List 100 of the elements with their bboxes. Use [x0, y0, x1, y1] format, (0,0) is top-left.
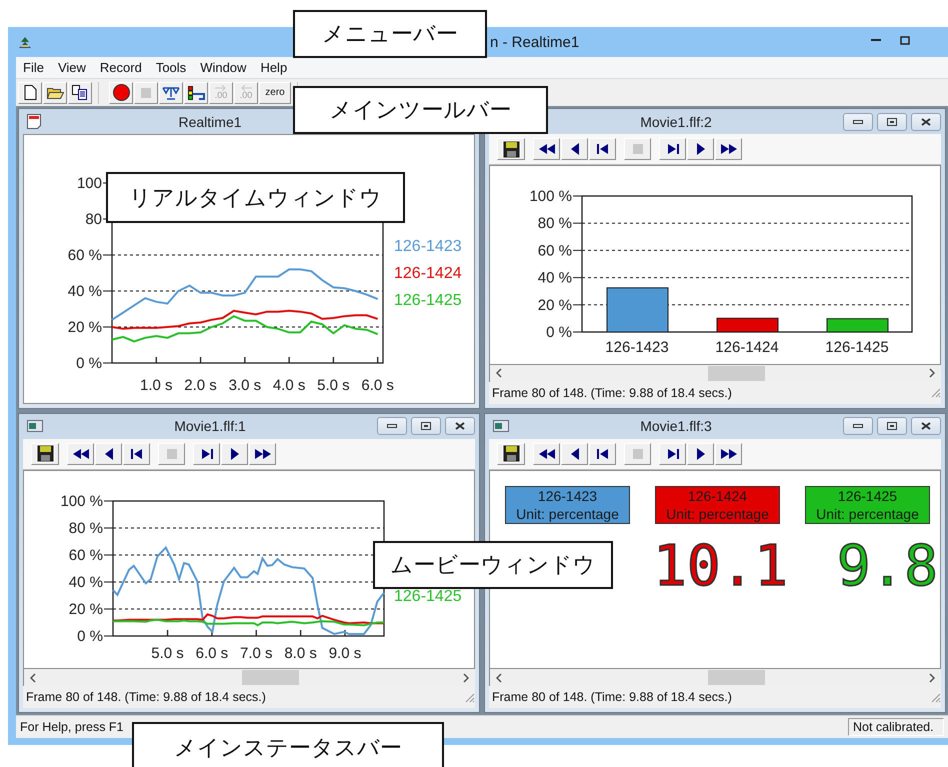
maximize-icon — [887, 422, 897, 430]
maximize-button[interactable] — [877, 112, 907, 130]
chevron-right-icon — [929, 672, 935, 682]
scroll-thumb[interactable] — [242, 670, 299, 685]
minimize-icon — [870, 39, 880, 41]
chevron-left-icon — [496, 368, 502, 378]
minimize-icon — [853, 424, 863, 428]
play-button[interactable] — [687, 442, 714, 464]
record-button[interactable] — [109, 82, 133, 104]
axis-tick-label: 80 % — [68, 520, 103, 536]
close-button[interactable] — [911, 417, 941, 435]
save-button[interactable] — [497, 138, 525, 160]
chevron-right-icon — [929, 368, 935, 378]
resize-grip-icon — [930, 692, 941, 702]
menu-item[interactable]: Help — [253, 57, 294, 78]
digital-reading: 9.8 — [836, 542, 938, 592]
balance-button[interactable] — [159, 82, 183, 104]
axis-tick-label: 60 % — [538, 242, 572, 260]
callout-label: リアルタイムウィンドウ — [106, 172, 405, 223]
window-title: n - Realtime1 — [490, 34, 580, 50]
rewind-button[interactable] — [67, 442, 94, 464]
menu-item[interactable]: View — [50, 57, 93, 78]
axis-tick-label: 5.0 s — [151, 644, 184, 662]
stop-icon — [632, 448, 642, 458]
horizontal-scrollbar[interactable] — [23, 669, 475, 686]
axis-tick-label: 100 — [76, 175, 102, 192]
skip-to-start-button[interactable] — [589, 442, 616, 464]
step-back-button[interactable] — [561, 442, 588, 464]
arrow-right-icon — [215, 85, 227, 91]
menu-item[interactable]: Tools — [148, 57, 194, 78]
chevron-left-icon — [30, 672, 36, 682]
callout-label: ムービーウィンドウ — [373, 541, 613, 589]
save-button[interactable] — [31, 442, 59, 464]
skip-to-end-button[interactable] — [659, 442, 686, 464]
frame-status: Frame 80 of 148. (Time: 9.88 of 18.4 secs.) — [492, 386, 732, 400]
menu-item[interactable]: Record — [92, 57, 149, 78]
document-icon — [27, 114, 41, 129]
callout-label: メインツールバー — [293, 86, 548, 134]
channel-unit: Unit: percentage — [515, 504, 620, 522]
skip-to-end-button[interactable] — [193, 442, 220, 464]
scroll-thumb[interactable] — [708, 670, 765, 685]
new-file-button[interactable] — [18, 82, 42, 104]
close-button[interactable] — [911, 112, 941, 130]
scroll-thumb[interactable] — [708, 366, 765, 380]
close-button[interactable] — [445, 417, 475, 435]
window-title: Realtime1 — [177, 114, 243, 130]
axis-tick-label: 0 % — [546, 324, 572, 341]
axis-tick-label: 100 % — [529, 188, 572, 205]
fast-forward-icon — [720, 448, 738, 460]
axis-tick-label: 9.0 s — [328, 644, 362, 662]
play-button[interactable] — [687, 138, 714, 160]
step-back-button[interactable] — [561, 138, 588, 160]
maximize-button[interactable] — [877, 417, 907, 435]
fast-forward-button[interactable] — [249, 442, 276, 464]
fast-forward-button[interactable] — [715, 442, 742, 464]
axis-tick-label: 8.0 s — [284, 644, 317, 662]
legend-label: 126-1423 — [394, 238, 462, 255]
axis-tick-label: 3.0 s — [228, 377, 262, 394]
skip-to-start-button[interactable] — [589, 138, 616, 160]
axis-tick-label: 20 % — [538, 296, 572, 314]
skip-to-start-button[interactable] — [123, 442, 150, 464]
minimize-button[interactable] — [377, 417, 407, 435]
menu-item[interactable]: Window — [193, 57, 254, 78]
axis-tick-label: 20 % — [68, 600, 103, 618]
maximize-icon — [900, 36, 910, 44]
copy-icon — [72, 85, 88, 100]
minimize-button[interactable] — [843, 417, 873, 435]
stop-icon — [166, 448, 176, 458]
channel-name: 126-1424 — [686, 486, 748, 504]
rewind-button[interactable] — [533, 442, 560, 464]
zero-button[interactable]: zero — [259, 82, 291, 104]
window-title: Movie1.flf:1 — [173, 418, 247, 434]
save-button[interactable] — [497, 442, 525, 464]
open-button[interactable] — [43, 82, 67, 104]
film-window-icon — [493, 420, 509, 432]
rewind-icon — [538, 143, 556, 155]
chevron-left-icon — [496, 672, 502, 682]
horizontal-scrollbar[interactable] — [489, 364, 941, 382]
rewind-button[interactable] — [533, 138, 560, 160]
maximize-icon — [421, 422, 431, 430]
maximize-button[interactable] — [411, 417, 441, 435]
signal-icon — [187, 84, 205, 100]
horizontal-scrollbar[interactable] — [489, 669, 941, 686]
legend-label: 126-1425 — [394, 588, 462, 604]
fast-forward-button[interactable] — [715, 138, 742, 160]
signal-button[interactable] — [184, 82, 208, 104]
axis-tick-label: 2.0 s — [184, 377, 217, 394]
stop-icon — [141, 88, 151, 98]
frame-status: Frame 80 of 148. (Time: 9.88 of 18.4 secs.) — [26, 690, 266, 704]
stop-icon — [632, 144, 642, 154]
minimize-button[interactable] — [843, 112, 873, 130]
play-button[interactable] — [221, 442, 248, 464]
step-back-button[interactable] — [95, 442, 122, 464]
legend-label: 126-1424 — [394, 265, 462, 282]
skip-to-end-button[interactable] — [659, 138, 686, 160]
axis-tick-label: 5.0 s — [317, 377, 350, 394]
menu-item[interactable]: File — [16, 57, 51, 78]
maximize-icon — [887, 118, 897, 126]
minimize-icon — [853, 120, 863, 124]
copy-button[interactable] — [68, 82, 92, 104]
